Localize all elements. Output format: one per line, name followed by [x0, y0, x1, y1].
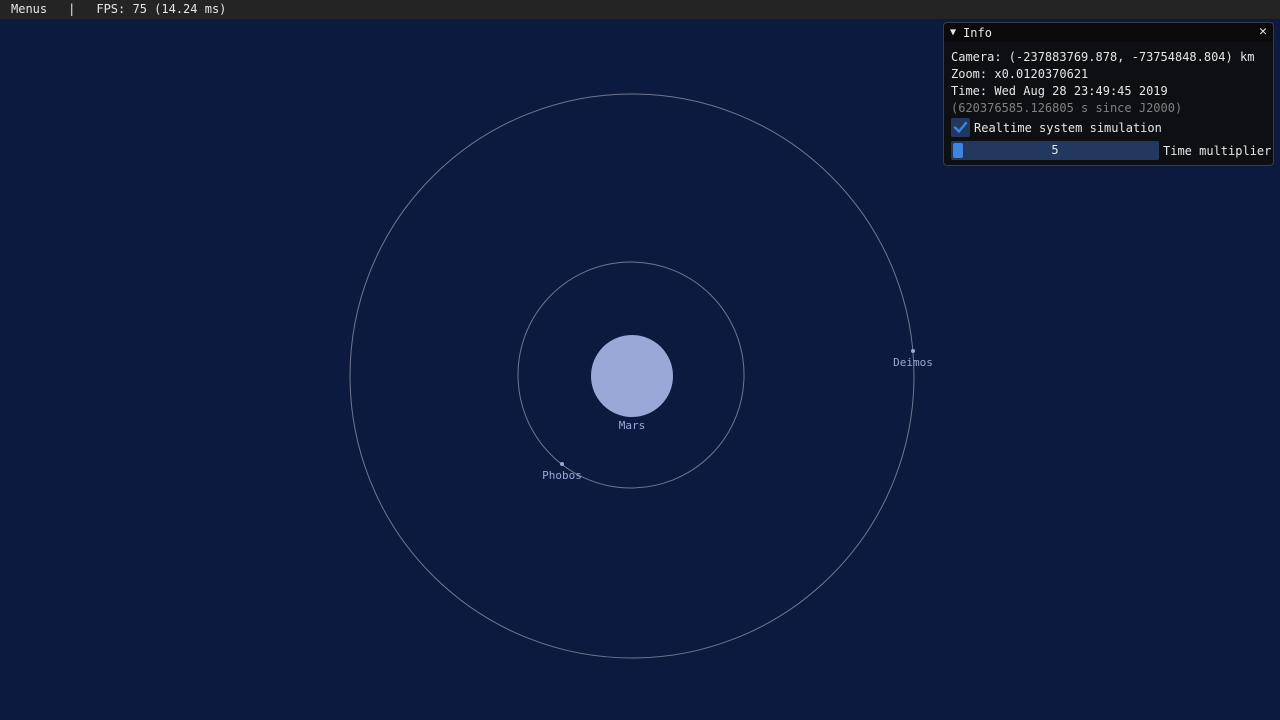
realtime-checkbox-label: Realtime system simulation — [974, 120, 1162, 135]
j2000-readout: (620376585.126805 s since J2000) — [951, 101, 1183, 115]
phobos-moon[interactable] — [560, 462, 564, 466]
collapse-triangle-icon[interactable]: ▼ — [950, 27, 956, 38]
realtime-checkbox[interactable] — [951, 118, 970, 137]
deimos-label: Deimos — [893, 356, 933, 369]
zoom-readout: Zoom: x0.0120370621 — [951, 67, 1089, 81]
mars-label: Mars — [619, 419, 646, 432]
main-menu-bar: Menus | FPS: 75 (14.24 ms) — [0, 0, 1280, 19]
time-multiplier-slider[interactable]: 5 — [951, 141, 1159, 160]
menu-separator: | — [68, 2, 76, 16]
camera-readout: Camera: (-237883769.878, -73754848.804) … — [951, 50, 1255, 64]
deimos-moon[interactable] — [911, 349, 915, 353]
realtime-checkbox-row[interactable]: Realtime system simulation — [951, 118, 1162, 137]
info-window-title: Info — [963, 25, 992, 40]
info-window: ▼ Info ✕ Camera: (-237883769.878, -73754… — [943, 22, 1274, 166]
fps-readout: FPS: 75 (14.24 ms) — [96, 2, 227, 16]
menus-menu[interactable]: Menus — [11, 0, 47, 19]
phobos-label: Phobos — [542, 469, 582, 482]
time-multiplier-value: 5 — [1051, 143, 1059, 157]
info-window-titlebar[interactable]: ▼ Info ✕ — [944, 23, 1273, 42]
time-multiplier-label: Time multiplier — [1163, 143, 1272, 158]
close-icon[interactable]: ✕ — [1259, 24, 1267, 39]
time-multiplier-row: 5 Time multiplier — [951, 141, 1271, 160]
checkmark-icon — [953, 121, 968, 133]
mars-planet[interactable] — [591, 335, 673, 417]
time-readout: Time: Wed Aug 28 23:49:45 2019 — [951, 84, 1168, 98]
